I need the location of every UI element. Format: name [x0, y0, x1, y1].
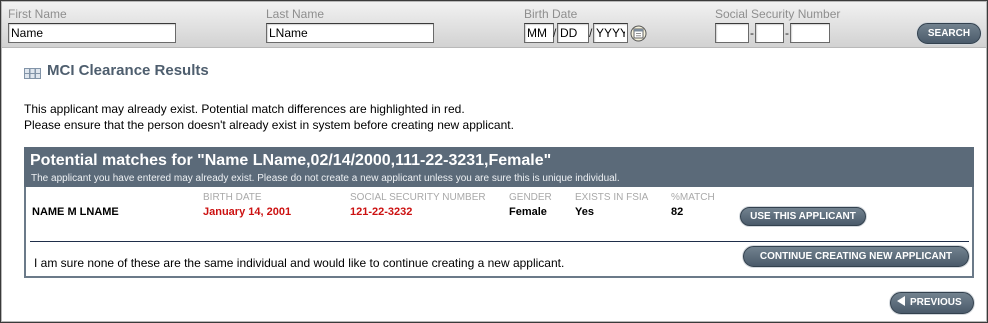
match-percent: 82 — [671, 206, 684, 218]
first-name-label: First Name — [8, 7, 67, 21]
match-birth-date: January 14, 2001 — [203, 206, 292, 218]
ssn-separator: - — [750, 26, 754, 40]
match-gender: Female — [509, 206, 547, 218]
first-name-input[interactable] — [8, 23, 176, 43]
ssn-separator: - — [785, 26, 789, 40]
section-title: MCI Clearance Results — [47, 62, 209, 79]
column-header-gender: GENDER — [509, 192, 552, 203]
use-this-applicant-button[interactable]: USE THIS APPLICANT — [740, 207, 866, 226]
birth-year-input[interactable] — [593, 23, 628, 43]
continue-creating-new-applicant-button[interactable]: CONTINUE CREATING NEW APPLICANT — [743, 246, 969, 267]
grid-icon — [24, 66, 41, 79]
birth-day-input[interactable] — [557, 23, 589, 43]
column-header-match: %MATCH — [671, 192, 715, 203]
calendar-icon[interactable] — [630, 25, 647, 42]
match-ssn: 121-22-3232 — [350, 206, 413, 218]
column-header-birth-date: BIRTH DATE — [203, 192, 262, 203]
ssn-part3-input[interactable] — [790, 23, 830, 43]
date-separator: / — [553, 26, 557, 40]
last-name-input[interactable] — [266, 23, 434, 43]
previous-button[interactable]: PREVIOUS — [890, 292, 974, 314]
match-name: NAME M LNAME — [32, 206, 119, 218]
search-button[interactable]: SEARCH — [917, 23, 981, 44]
ssn-part1-input[interactable] — [715, 23, 749, 43]
ssn-label: Social Security Number — [715, 7, 841, 21]
matches-panel-subtitle: The applicant you have entered may alrea… — [31, 173, 620, 184]
matches-panel-title: Potential matches for "Name LName,02/14/… — [30, 152, 552, 169]
last-name-label: Last Name — [266, 7, 325, 21]
match-exists-in-fsia: Yes — [575, 206, 594, 218]
birth-month-input[interactable] — [524, 23, 554, 43]
continue-message: I am sure none of these are the same ind… — [34, 256, 565, 270]
mci-clearance-page: First Name Last Name Birth Date / / Soci… — [0, 0, 988, 323]
ssn-part2-input[interactable] — [755, 23, 784, 43]
arrow-left-icon — [897, 296, 905, 306]
birth-date-label: Birth Date — [524, 7, 578, 21]
divider — [30, 241, 969, 242]
previous-label: PREVIOUS — [910, 297, 962, 308]
column-header-ssn: SOCIAL SECURITY NUMBER — [350, 192, 486, 203]
notice-line-2: Please ensure that the person doesn't al… — [24, 118, 514, 132]
notice-line-1: This applicant may already exist. Potent… — [24, 102, 465, 116]
column-header-exists-in-fsia: EXISTS IN FSIA — [575, 192, 649, 203]
date-separator: / — [589, 26, 593, 40]
